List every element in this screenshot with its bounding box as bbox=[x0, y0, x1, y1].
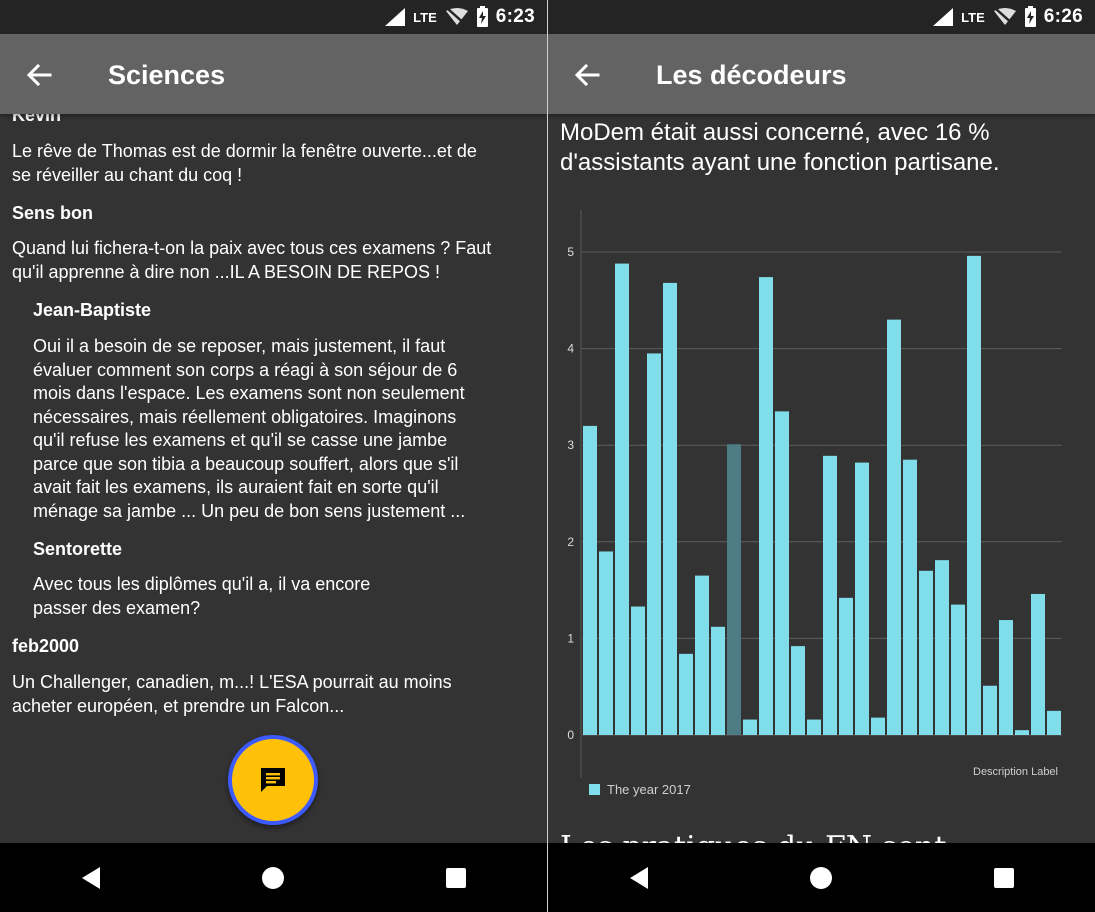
signal-icon bbox=[385, 8, 406, 26]
y-tick-label: 4 bbox=[567, 342, 574, 356]
nav-home-icon bbox=[262, 866, 285, 889]
status-time: 6:26 bbox=[1043, 6, 1083, 27]
chart-bar[interactable] bbox=[583, 425, 597, 735]
comment-text: Le rêve de Thomas est de dormir la fenêt… bbox=[12, 141, 477, 185]
battery-charging-icon bbox=[1024, 5, 1036, 27]
chart-bar[interactable] bbox=[887, 319, 901, 735]
chart-bar[interactable] bbox=[711, 626, 725, 735]
add-comment-button[interactable] bbox=[228, 735, 318, 825]
reply-author: Jean-Baptiste bbox=[33, 300, 152, 320]
page-title: Les décodeurs bbox=[656, 60, 847, 90]
status-time: 6:23 bbox=[495, 6, 535, 27]
page-title: Sciences bbox=[108, 60, 226, 90]
chart-bar[interactable] bbox=[807, 719, 821, 735]
chart-bar[interactable] bbox=[1047, 710, 1061, 735]
chart-bar[interactable] bbox=[983, 685, 997, 735]
legend-swatch bbox=[589, 784, 600, 795]
comment-author: Kevin bbox=[12, 114, 62, 125]
chart-bar[interactable] bbox=[775, 411, 789, 735]
network-type: LTE bbox=[961, 9, 985, 25]
navigation-bar bbox=[548, 843, 1095, 912]
nav-back-button[interactable] bbox=[61, 853, 121, 903]
back-button[interactable] bbox=[570, 58, 604, 92]
nav-recents-button[interactable] bbox=[974, 853, 1034, 903]
nav-recents-icon bbox=[445, 867, 466, 888]
comment-author: Sens bon bbox=[12, 203, 94, 223]
reply-text: Avec tous les diplômes qu'il a, il va en… bbox=[33, 574, 371, 618]
y-tick-label: 1 bbox=[567, 631, 574, 645]
nav-back-icon bbox=[82, 866, 101, 889]
bar-chart[interactable]: 0 1 2 3 4 5 Description Label The year 2017 bbox=[548, 200, 1095, 810]
nav-home-button[interactable] bbox=[243, 853, 303, 903]
legend-label: The year 2017 bbox=[607, 782, 691, 797]
chart-bar[interactable] bbox=[903, 459, 917, 735]
chart-bar[interactable] bbox=[935, 560, 949, 735]
status-bar: LTE 6:23 bbox=[0, 0, 547, 34]
chart-bar[interactable] bbox=[951, 604, 965, 735]
status-bar: LTE 6:26 bbox=[548, 0, 1095, 34]
chart-bar[interactable] bbox=[727, 444, 741, 735]
chart-description: Description Label bbox=[973, 766, 1058, 778]
chart-bar[interactable] bbox=[663, 282, 677, 735]
chart-bar[interactable] bbox=[967, 255, 981, 735]
chart-bar[interactable] bbox=[599, 551, 613, 735]
chart-bar[interactable] bbox=[823, 455, 837, 735]
wifi-off-icon bbox=[993, 8, 1016, 26]
wifi-off-icon bbox=[445, 8, 468, 26]
article-screen: LTE 6:26 Les décodeurs MoDem était aussi… bbox=[548, 0, 1095, 912]
comments-screen: LTE 6:23 Sciences Kevin Le rêve de Thoma… bbox=[0, 0, 547, 912]
chart-bar[interactable] bbox=[791, 646, 805, 735]
y-tick-label: 2 bbox=[567, 535, 574, 549]
y-tick-label: 3 bbox=[567, 438, 574, 452]
chart-bar[interactable] bbox=[1031, 593, 1045, 735]
y-tick-label: 5 bbox=[567, 245, 574, 259]
comment-list[interactable]: Kevin Le rêve de Thomas est de dormir la… bbox=[0, 114, 547, 843]
chart-bar[interactable] bbox=[855, 462, 869, 735]
chart-bar[interactable] bbox=[679, 653, 693, 735]
chart-bar[interactable] bbox=[647, 353, 661, 735]
chart-bar[interactable] bbox=[743, 719, 757, 735]
comment-text: Un Challenger, canadien, m...! L'ESA pou… bbox=[12, 672, 452, 716]
reply-text: Oui il a besoin de se reposer, mais just… bbox=[33, 336, 466, 521]
chart-bar[interactable] bbox=[839, 597, 853, 735]
back-button[interactable] bbox=[22, 58, 56, 92]
y-tick-label: 0 bbox=[567, 728, 574, 742]
chart-bar[interactable] bbox=[999, 620, 1013, 735]
toolbar: Sciences bbox=[0, 34, 547, 114]
chart-bar[interactable] bbox=[1015, 730, 1029, 735]
article-paragraph: MoDem était aussi concerné, avec 16 % d'… bbox=[560, 119, 1000, 176]
chart-bar[interactable] bbox=[695, 575, 709, 735]
nav-back-icon bbox=[630, 866, 649, 889]
nav-recents-button[interactable] bbox=[426, 853, 486, 903]
arrow-back-icon bbox=[574, 63, 600, 87]
comment-text: Quand lui fichera-t-on la paix avec tous… bbox=[12, 238, 492, 282]
chart-bar[interactable] bbox=[871, 717, 885, 735]
comment-icon bbox=[261, 768, 285, 792]
nav-recents-icon bbox=[993, 867, 1014, 888]
chart-bar[interactable] bbox=[615, 263, 629, 735]
arrow-back-icon bbox=[26, 63, 52, 87]
nav-back-button[interactable] bbox=[609, 853, 669, 903]
chart-bar[interactable] bbox=[919, 570, 933, 735]
toolbar: Les décodeurs bbox=[548, 34, 1095, 114]
chart-bar[interactable] bbox=[759, 277, 773, 735]
chart-bar[interactable] bbox=[631, 606, 645, 735]
reply-author: Sentorette bbox=[33, 539, 123, 559]
nav-home-button[interactable] bbox=[791, 853, 851, 903]
signal-icon bbox=[933, 8, 954, 26]
network-type: LTE bbox=[413, 9, 437, 25]
battery-charging-icon bbox=[476, 5, 488, 27]
nav-home-icon bbox=[810, 866, 833, 889]
navigation-bar bbox=[0, 843, 547, 912]
comment-author: feb2000 bbox=[12, 636, 80, 656]
